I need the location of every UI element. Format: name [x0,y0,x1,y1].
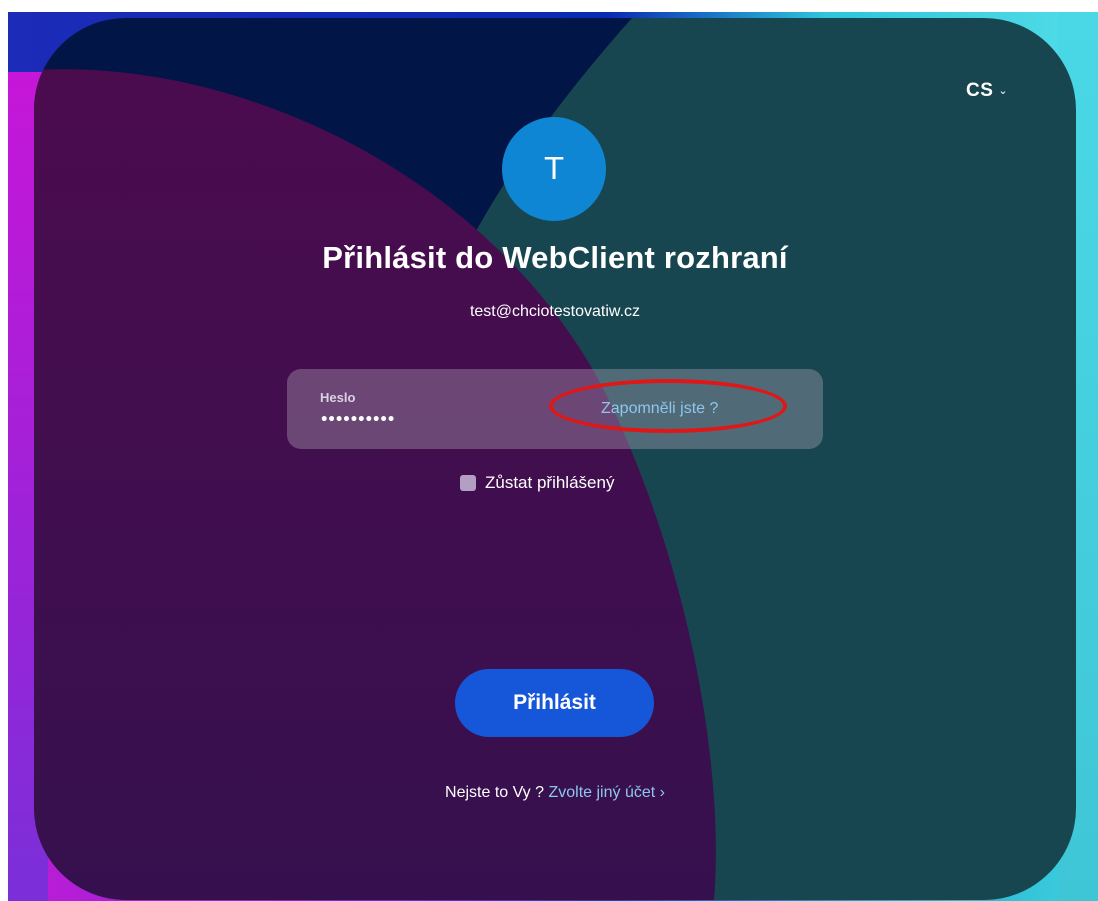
password-field[interactable]: Heslo Zapomněli jste ? [287,369,823,449]
login-card: CS ⌄ T Přihlásit do WebClient rozhraní t… [34,18,1076,900]
account-email: test@chciotestovatiw.cz [469,303,641,320]
page-title: Přihlásit do WebClient rozhraní [322,240,788,275]
chevron-down-icon: ⌄ [998,84,1009,97]
not-you-text: Nejste to Vy ? [445,784,545,801]
language-code: CS [966,80,994,101]
password-label: Heslo [320,390,356,405]
annotation-highlight-ellipse [549,379,787,433]
password-input[interactable] [320,409,520,431]
page: CS ⌄ T Přihlásit do WebClient rozhraní t… [0,0,1098,901]
choose-other-account-link[interactable]: Zvolte jiný účet › [548,784,664,801]
avatar-initial: T [544,151,564,187]
remember-me-label: Zůstat přihlášený [485,473,615,492]
remember-me-checkbox[interactable]: Zůstat přihlášený [460,473,614,493]
checkbox-box[interactable] [460,475,476,491]
avatar: T [502,117,606,221]
login-button[interactable]: Přihlásit [455,669,654,737]
other-account-prompt: Nejste to Vy ? Zvolte jiný účet › [34,784,1076,802]
language-selector[interactable]: CS ⌄ [966,80,1008,102]
